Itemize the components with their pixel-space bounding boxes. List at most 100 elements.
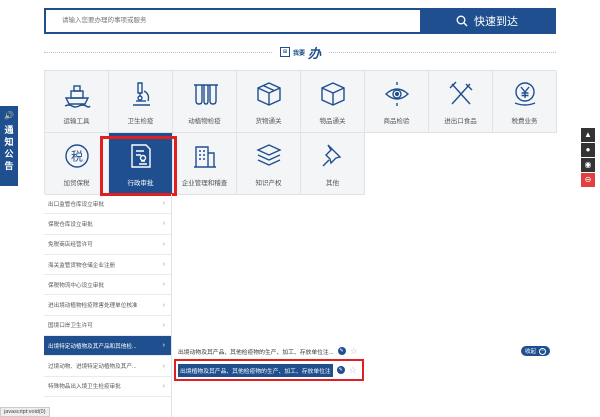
chevron-right-icon: ›: [162, 200, 165, 208]
test-tubes-icon: [193, 84, 218, 105]
notice-char: 告: [4, 161, 14, 171]
chevron-right-icon: ›: [162, 362, 165, 370]
search-input[interactable]: [46, 10, 420, 32]
chevron-right-icon: ›: [162, 301, 165, 309]
list-item-label: 过境动物、进境特定动植物及其产...: [48, 364, 137, 371]
detail-row[interactable]: 出境动物及其产品、其他检疫物的生产、加工、存放单位注... ✎ ☆ 收起 ⌃: [172, 343, 556, 359]
category-processing-bonded[interactable]: 税 加贸保税: [45, 133, 109, 195]
chevron-up-icon: ⌃: [539, 347, 546, 355]
list-item-label: 国境口岸卫生许可: [48, 323, 93, 330]
category-label: 物品通关: [319, 118, 346, 125]
list-item-label: 进出境动植物检疫除害处理单位核准: [48, 303, 138, 310]
category-health-quarantine[interactable]: 卫生检疫: [109, 71, 173, 133]
list-item[interactable]: 特殊物品出入境卫生检疫审批 ›: [44, 377, 171, 397]
ship-icon: [64, 85, 91, 108]
list-item[interactable]: 出口监管仓库设立审批 ›: [44, 194, 171, 215]
list-item[interactable]: 进出境动植物检疫除害处理单位核准 ›: [44, 295, 171, 316]
category-articles-clearance[interactable]: 物品通关: [301, 71, 365, 133]
box-icon: [256, 82, 281, 106]
list-item-selected[interactable]: 出境特定动植物及其产品和其他检... ›: [44, 336, 171, 357]
list-item-label: 出境特定动植物及其产品和其他检...: [48, 343, 137, 350]
collapse-label: 收起: [524, 349, 536, 355]
category-plant-animal-quarantine[interactable]: 动植物检疫: [173, 71, 237, 133]
approval-item-list: 出口监管仓库设立审批 › 保税仓库设立审批 › 免税商店经营许可 › 海关监管货物仓储…: [44, 194, 172, 417]
collapse-icon[interactable]: ⊖: [581, 173, 595, 187]
category-goods-clearance[interactable]: 货物通关: [237, 71, 301, 133]
list-item-label: 海关监管货物仓储企业注册: [48, 262, 116, 269]
edit-icon[interactable]: ✎: [336, 366, 345, 374]
chevron-right-icon: ›: [162, 281, 165, 289]
category-other[interactable]: 其他: [301, 133, 365, 195]
i-want-to-do-logo: ⊞ 我要 办: [271, 42, 329, 62]
category-label: 知识产权: [255, 180, 282, 187]
chevron-right-icon: ›: [162, 220, 165, 228]
category-label: 动植物检疫: [188, 118, 221, 125]
category-label: 进出口食品: [444, 118, 477, 125]
category-label: 税费业务: [511, 118, 538, 125]
list-item-label: 保税物流中心设立审批: [48, 282, 104, 289]
eye-target-icon: [384, 82, 409, 106]
list-item[interactable]: 国境口岸卫生许可 ›: [44, 316, 171, 337]
category-commodity-inspection[interactable]: 商品检验: [365, 71, 429, 133]
cube-icon: [320, 82, 345, 106]
yen-icon: [514, 82, 535, 106]
fork-knife-icon: [449, 81, 472, 105]
list-item[interactable]: 保税仓库设立审批 ›: [44, 214, 171, 235]
grid-badge-icon: ⊞: [279, 47, 290, 57]
category-enterprise-management[interactable]: 企业管理和稽查: [173, 133, 237, 195]
apple-icon[interactable]: ●: [581, 143, 595, 157]
collapse-button[interactable]: 收起 ⌃: [520, 346, 550, 356]
quick-reach-button[interactable]: 快速到达: [420, 10, 554, 32]
star-icon[interactable]: ☆: [349, 365, 357, 376]
list-item[interactable]: 保税物流中心设立审批 ›: [44, 275, 171, 296]
category-tax-fees[interactable]: 税费业务: [493, 71, 557, 133]
detail-row-text[interactable]: 出境植物及其产品、其他检疫物的生产、加工、存放单位注: [178, 363, 333, 377]
microscope-icon: [132, 82, 150, 106]
category-intellectual-property[interactable]: 知识产权: [237, 133, 301, 195]
list-item-label: 出口监管仓库设立审批: [48, 201, 104, 208]
notice-char: 知: [4, 137, 14, 147]
detail-row-highlighted[interactable]: 出境植物及其产品、其他检疫物的生产、加工、存放单位注 ✎ ☆: [172, 359, 556, 381]
category-label: 卫生检疫: [127, 118, 154, 125]
list-item[interactable]: 过境动物、进境特定动植物及其产... ›: [44, 356, 171, 377]
status-bar-url: javascript:void(0): [0, 407, 50, 417]
banner-mark: 办: [308, 45, 321, 61]
chevron-right-icon: ›: [162, 342, 165, 350]
service-category-grid: 运输工具 卫生检疫 动植物检疫 货物通关 物品通关 商品检验 进出口食品 税费业…: [44, 70, 557, 195]
category-label: 运输工具: [63, 118, 90, 125]
building-icon: [193, 146, 216, 168]
category-label: 货物通关: [255, 118, 282, 125]
category-administrative-approval[interactable]: 行政审批: [109, 133, 173, 195]
android-icon[interactable]: ▲: [581, 128, 595, 142]
quick-reach-label: 快速到达: [474, 16, 518, 28]
list-item-label: 特殊物品出入境卫生检疫审批: [48, 384, 121, 391]
list-item[interactable]: 海关监管货物仓储企业注册 ›: [44, 255, 171, 276]
speaker-icon: 🔊: [4, 111, 14, 120]
grid-empty-area: [365, 133, 557, 195]
stack-icon: [255, 144, 282, 166]
star-icon[interactable]: ☆: [350, 346, 358, 357]
edit-icon[interactable]: ✎: [337, 347, 346, 355]
chevron-right-icon: ›: [162, 382, 165, 390]
svg-text:税: 税: [70, 150, 82, 164]
category-label: 加贸保税: [63, 180, 90, 187]
chevron-right-icon: ›: [162, 240, 165, 248]
category-transport-tools[interactable]: 运输工具: [45, 71, 109, 133]
category-label: 其他: [326, 180, 339, 187]
list-item-label: 免税商店经营许可: [48, 242, 93, 249]
list-item-label: 保税仓库设立审批: [48, 221, 93, 228]
category-label: 商品检验: [383, 118, 410, 125]
detail-row-text[interactable]: 出境动物及其产品、其他检疫物的生产、加工、存放单位注...: [178, 347, 334, 356]
search-icon: [456, 15, 468, 27]
chevron-right-icon: ›: [162, 261, 165, 269]
chevron-right-icon: ›: [162, 321, 165, 329]
notice-tab[interactable]: 🔊 通 知 公 告: [0, 106, 18, 186]
notice-char: 通: [4, 125, 14, 135]
tax-icon: 税: [64, 144, 89, 168]
list-item[interactable]: 免税商店经营许可 ›: [44, 235, 171, 255]
section-banner: ⊞ 我要 办: [44, 42, 556, 62]
category-label: 行政审批: [127, 180, 154, 187]
wechat-icon[interactable]: ◉: [581, 158, 595, 172]
category-import-export-food[interactable]: 进出口食品: [429, 71, 493, 133]
category-label: 企业管理和稽查: [181, 180, 228, 187]
